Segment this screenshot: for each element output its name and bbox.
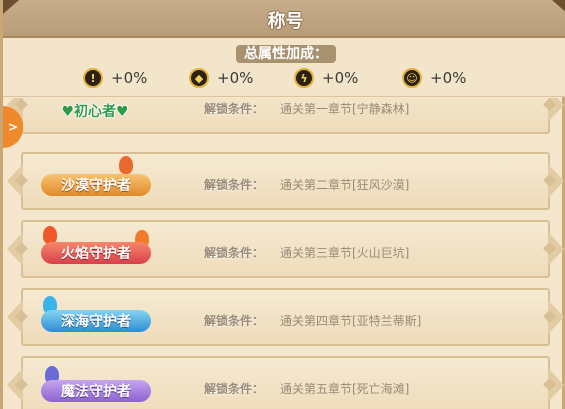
unlock-condition-label: 解锁条件： bbox=[204, 382, 265, 396]
title-badge: ♥初心者♥ bbox=[61, 104, 129, 120]
speed-icon: ϟ bbox=[294, 68, 314, 88]
title-row[interactable]: 火焰守护者 解锁条件： 通关第三章节[火山巨坑] bbox=[7, 220, 564, 278]
titles-list[interactable]: ♥初心者♥ 解锁条件： 通关第一章节[宁静森林] 沙漠守护者 解锁条件： 通关第… bbox=[3, 98, 565, 409]
panel-header: 称号 bbox=[3, 0, 565, 38]
desert-flame-icon bbox=[119, 156, 133, 174]
titles-panel: 称号 总属性加成： ! +0% ◆ +0% ϟ +0% ☺ +0% ♥初心者♥ … bbox=[0, 0, 565, 409]
unlock-condition-label: 解锁条件： bbox=[204, 314, 265, 328]
attack-icon: ! bbox=[83, 68, 103, 88]
stat-speed-value: +0% bbox=[322, 69, 359, 87]
unlock-condition-label: 解锁条件： bbox=[204, 246, 265, 260]
unlock-condition-text: 通关第二章节[狂风沙漠] bbox=[280, 178, 410, 192]
stat-attack: ! +0% bbox=[83, 67, 147, 89]
unlock-condition-label: 解锁条件： bbox=[204, 178, 265, 192]
title-row[interactable]: 沙漠守护者 解锁条件： 通关第二章节[狂风沙漠] bbox=[7, 152, 564, 210]
unlock-condition-text: 通关第三章节[火山巨坑] bbox=[280, 246, 410, 260]
stat-skill: ☺ +0% bbox=[402, 67, 466, 89]
skill-icon: ☺ bbox=[402, 68, 422, 88]
stat-defense-value: +0% bbox=[217, 69, 254, 87]
title-row[interactable]: ♥初心者♥ 解锁条件： 通关第一章节[宁静森林] bbox=[7, 98, 564, 134]
title-badge: 沙漠守护者 bbox=[41, 174, 151, 196]
unlock-condition-label: 解锁条件： bbox=[204, 102, 265, 116]
stat-skill-value: +0% bbox=[430, 69, 467, 87]
title-badge: 火焰守护者 bbox=[41, 242, 151, 264]
stat-attack-value: +0% bbox=[111, 69, 148, 87]
title-row[interactable]: 魔法守护者 解锁条件： 通关第五章节[死亡海滩] bbox=[7, 356, 564, 409]
title-badge: 深海守护者 bbox=[41, 310, 151, 332]
stat-defense: ◆ +0% bbox=[189, 67, 253, 89]
unlock-condition-text: 通关第一章节[宁静森林] bbox=[280, 102, 410, 116]
unlock-condition-text: 通关第五章节[死亡海滩] bbox=[280, 382, 410, 396]
panel-title: 称号 bbox=[267, 11, 304, 32]
summary-label: 总属性加成： bbox=[236, 45, 336, 63]
defense-icon: ◆ bbox=[189, 68, 209, 88]
unlock-condition-text: 通关第四章节[亚特兰蒂斯] bbox=[280, 314, 422, 328]
stat-speed: ϟ +0% bbox=[294, 67, 358, 89]
title-row[interactable]: 深海守护者 解锁条件： 通关第四章节[亚特兰蒂斯] bbox=[7, 288, 564, 346]
title-badge: 魔法守护者 bbox=[41, 380, 151, 402]
